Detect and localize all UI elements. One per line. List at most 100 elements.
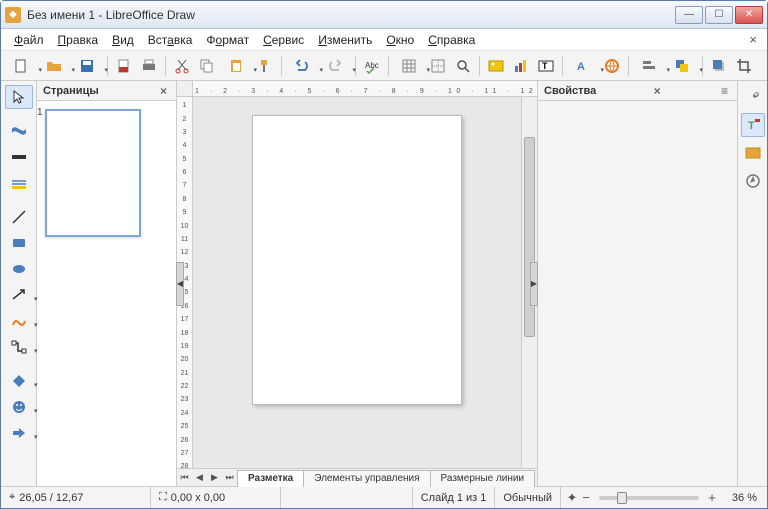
tab-dimlines[interactable]: Размерные линии bbox=[430, 470, 536, 487]
minimize-button[interactable]: — bbox=[675, 6, 703, 24]
title-bar: ◆ Без имени 1 - LibreOffice Draw — ☐ ✕ bbox=[1, 1, 767, 29]
sidebar-deck: T bbox=[737, 81, 767, 486]
print-button[interactable] bbox=[137, 54, 161, 78]
copy-button[interactable] bbox=[195, 54, 219, 78]
save-button[interactable]: ▾ bbox=[71, 54, 103, 78]
sidebar-navigator-icon[interactable] bbox=[741, 169, 765, 193]
curve-tool[interactable]: ▾ bbox=[5, 309, 33, 333]
zoom-slider[interactable] bbox=[599, 496, 699, 500]
redo-button[interactable]: ▾ bbox=[319, 54, 351, 78]
insert-textbox-button[interactable]: T bbox=[534, 54, 558, 78]
menu-help[interactable]: Справка bbox=[421, 31, 482, 49]
zoom-in-button[interactable]: + bbox=[705, 490, 719, 505]
sidebar-gallery-icon[interactable] bbox=[741, 141, 765, 165]
status-slide-count[interactable]: Слайд 1 из 1 bbox=[413, 487, 496, 508]
export-pdf-button[interactable] bbox=[112, 54, 136, 78]
status-cursor-pos: ⌖ 26,05 / 12,67 bbox=[1, 487, 151, 508]
menu-format[interactable]: Формат bbox=[199, 31, 256, 49]
properties-panel-body bbox=[538, 101, 737, 486]
line-style-tool[interactable] bbox=[5, 171, 33, 195]
status-zoom: ✦ − + 36 % bbox=[561, 487, 767, 508]
properties-panel-close[interactable]: × bbox=[651, 84, 664, 98]
status-object-size: ⛶ 0,00 x 0,00 bbox=[151, 487, 281, 508]
drawing-toolbar: ▾ ▾ ▾ ▾ ▾ ▾ bbox=[1, 81, 37, 486]
select-tool[interactable] bbox=[5, 85, 33, 109]
open-button[interactable]: ▾ bbox=[38, 54, 70, 78]
spellcheck-button[interactable]: Abc bbox=[360, 54, 384, 78]
zoom-slider-knob[interactable] bbox=[617, 492, 627, 504]
status-view-mode[interactable]: Обычный bbox=[495, 487, 561, 508]
menu-window[interactable]: Окно bbox=[379, 31, 421, 49]
insert-chart-button[interactable] bbox=[509, 54, 533, 78]
drawing-page[interactable] bbox=[252, 115, 462, 405]
properties-panel-header: Свойства × ≡ bbox=[538, 81, 737, 101]
next-tab-button[interactable]: ▶ bbox=[207, 470, 222, 486]
shadow-button[interactable] bbox=[707, 54, 731, 78]
last-tab-button[interactable]: ⏭ bbox=[222, 470, 237, 486]
tab-controls[interactable]: Элементы управления bbox=[303, 470, 430, 487]
properties-panel-menu[interactable]: ≡ bbox=[718, 84, 731, 98]
zoom-fit-button[interactable]: ✦ bbox=[565, 490, 579, 506]
helplines-button[interactable] bbox=[426, 54, 450, 78]
zoom-button[interactable] bbox=[451, 54, 475, 78]
menu-view[interactable]: Вид bbox=[105, 31, 141, 49]
menu-insert[interactable]: Вставка bbox=[141, 31, 200, 49]
menu-tools[interactable]: Сервис bbox=[256, 31, 311, 49]
insert-image-button[interactable] bbox=[484, 54, 508, 78]
slide-thumbnail-1[interactable]: 1 bbox=[45, 109, 141, 237]
sidebar-properties-icon[interactable]: T bbox=[741, 113, 765, 137]
arrange-button[interactable]: ▾ bbox=[666, 54, 698, 78]
close-button[interactable]: ✕ bbox=[735, 6, 763, 24]
line-tool[interactable] bbox=[5, 205, 33, 229]
connector-tool[interactable]: ▾ bbox=[5, 335, 33, 359]
undo-button[interactable]: ▾ bbox=[286, 54, 318, 78]
paste-button[interactable]: ▾ bbox=[220, 54, 252, 78]
scrollbar-thumb[interactable] bbox=[524, 137, 535, 337]
line-color-tool[interactable] bbox=[5, 119, 33, 143]
maximize-button[interactable]: ☐ bbox=[705, 6, 733, 24]
separator bbox=[388, 56, 389, 76]
basic-shapes-tool[interactable]: ▾ bbox=[5, 369, 33, 393]
tab-layout[interactable]: Разметка bbox=[237, 470, 304, 487]
zoom-out-button[interactable]: − bbox=[579, 490, 593, 505]
fontwork-button[interactable]: A▾ bbox=[567, 54, 599, 78]
crop-button[interactable] bbox=[732, 54, 756, 78]
ruler-corner bbox=[177, 81, 193, 96]
status-bar: ⌖ 26,05 / 12,67 ⛶ 0,00 x 0,00 Слайд 1 из… bbox=[1, 486, 767, 508]
pages-panel-header: Страницы × bbox=[37, 81, 176, 101]
arrow-tool[interactable]: ▾ bbox=[5, 283, 33, 307]
pages-panel-close[interactable]: × bbox=[157, 84, 170, 98]
menu-file[interactable]: Файл bbox=[7, 31, 51, 49]
rectangle-tool[interactable] bbox=[5, 231, 33, 255]
collapse-props-button[interactable]: ▶ bbox=[530, 262, 538, 306]
clone-format-button[interactable] bbox=[253, 54, 277, 78]
menu-bar: Файл Правка Вид Вставка Формат Сервис Из… bbox=[1, 29, 767, 51]
layer-tabs: Разметка Элементы управления Размерные л… bbox=[237, 469, 537, 487]
new-button[interactable]: ▾ bbox=[5, 54, 37, 78]
document-close-button[interactable]: × bbox=[745, 32, 761, 47]
grid-button[interactable]: ▾ bbox=[393, 54, 425, 78]
fill-black-tool[interactable] bbox=[5, 145, 33, 169]
symbol-shapes-tool[interactable]: ▾ bbox=[5, 395, 33, 419]
zoom-value[interactable]: 36 % bbox=[719, 492, 763, 504]
pages-panel-body[interactable]: 1 bbox=[37, 101, 176, 486]
align-button[interactable]: ▾ bbox=[633, 54, 665, 78]
horizontal-ruler[interactable]: 1 · 2 · 3 · 4 · 5 · 6 · 7 · 8 · 9 · 10 ·… bbox=[177, 81, 537, 97]
hyperlink-button[interactable] bbox=[600, 54, 624, 78]
prev-tab-button[interactable]: ◀ bbox=[192, 470, 207, 486]
collapse-pages-button[interactable]: ◀ bbox=[176, 262, 184, 306]
separator bbox=[628, 56, 629, 76]
status-empty bbox=[281, 487, 413, 508]
svg-text:Abc: Abc bbox=[365, 61, 379, 70]
cut-button[interactable] bbox=[170, 54, 194, 78]
block-arrows-tool[interactable]: ▾ bbox=[5, 421, 33, 445]
ellipse-tool[interactable] bbox=[5, 257, 33, 281]
svg-text:T: T bbox=[748, 120, 755, 132]
menu-modify[interactable]: Изменить bbox=[311, 31, 379, 49]
cursor-icon: ⌖ bbox=[9, 491, 15, 504]
sidebar-settings-icon[interactable] bbox=[741, 85, 765, 109]
first-tab-button[interactable]: ⏮ bbox=[177, 470, 192, 486]
canvas-viewport[interactable] bbox=[193, 97, 521, 468]
menu-edit[interactable]: Правка bbox=[51, 31, 106, 49]
main-area: ▾ ▾ ▾ ▾ ▾ ▾ Страницы × 1 ◀ 1 · 2 · 3 · 4… bbox=[1, 81, 767, 486]
